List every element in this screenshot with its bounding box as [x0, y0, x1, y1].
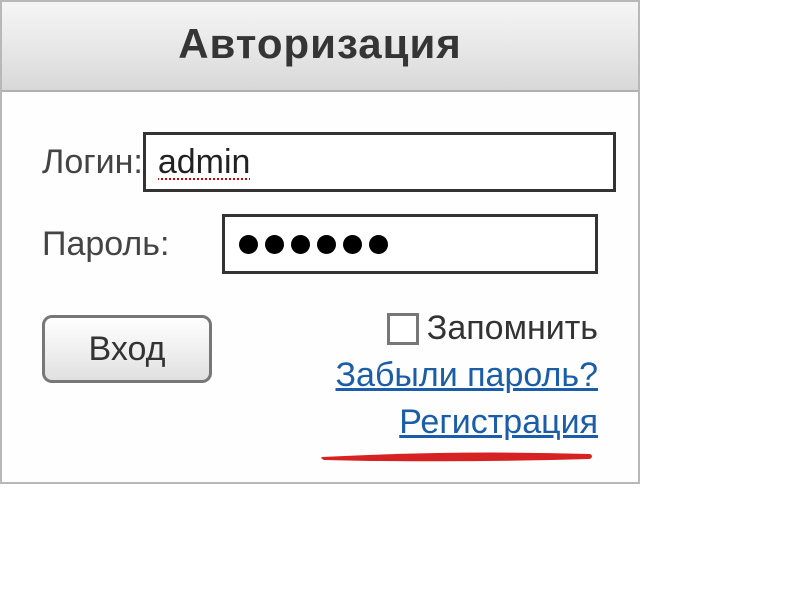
panel-title: Авторизация: [2, 20, 638, 68]
password-dot: [265, 235, 284, 254]
submit-button[interactable]: Вход: [42, 315, 212, 383]
panel-body: Логин: Пароль: Вход Запомнить: [2, 92, 638, 482]
password-dot: [239, 235, 258, 254]
remember-label: Запомнить: [427, 309, 598, 348]
password-row: Пароль:: [42, 214, 598, 274]
bottom-section: Вход Запомнить Забыли пароль? Регистраци…: [42, 309, 598, 462]
password-label: Пароль:: [42, 225, 222, 264]
login-row: Логин:: [42, 132, 598, 192]
right-column: Запомнить Забыли пароль? Регистрация: [212, 309, 598, 462]
password-dot: [291, 235, 310, 254]
password-dot: [343, 235, 362, 254]
remember-row: Запомнить: [387, 309, 598, 348]
forgot-password-link[interactable]: Забыли пароль?: [336, 356, 599, 395]
password-dot: [369, 235, 388, 254]
remember-checkbox[interactable]: [387, 313, 419, 345]
password-dot: [317, 235, 336, 254]
register-link[interactable]: Регистрация: [399, 403, 598, 442]
login-input[interactable]: [143, 132, 616, 192]
annotation-underline-icon: [318, 448, 598, 462]
password-input[interactable]: [222, 214, 598, 274]
panel-header: Авторизация: [2, 2, 638, 92]
login-panel: Авторизация Логин: Пароль: Вход: [0, 0, 640, 484]
login-label: Логин:: [42, 143, 143, 182]
